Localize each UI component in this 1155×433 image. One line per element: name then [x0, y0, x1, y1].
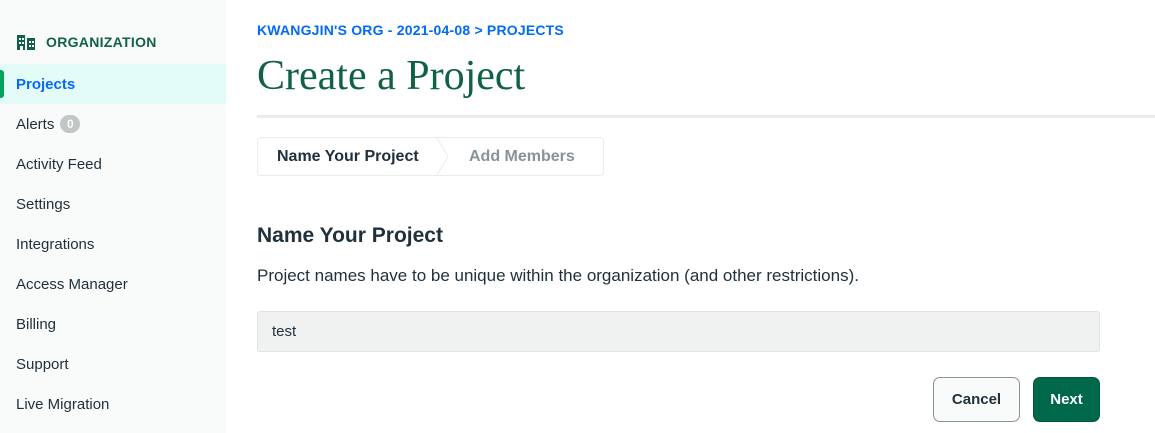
sidebar-item-label: Access Manager: [16, 275, 128, 293]
sidebar-item-label: Projects: [16, 75, 76, 93]
sidebar-item-live-migration[interactable]: Live Migration: [0, 384, 226, 424]
alerts-count-badge: 0: [60, 115, 81, 133]
project-name-input[interactable]: [257, 311, 1100, 352]
sidebar-item-label: Activity Feed: [16, 155, 102, 173]
page-title: Create a Project: [257, 53, 526, 99]
title-divider: [257, 115, 1155, 118]
sidebar: ORGANIZATION Projects Alerts 0 Activity …: [0, 0, 226, 433]
sidebar-item-support[interactable]: Support: [0, 344, 226, 384]
next-button[interactable]: Next: [1033, 377, 1100, 422]
breadcrumb[interactable]: KWANGJIN'S ORG - 2021-04-08 > PROJECTS: [257, 22, 564, 38]
step-name-your-project[interactable]: Name Your Project: [258, 138, 449, 175]
step-label: Add Members: [469, 147, 575, 165]
sidebar-item-label: Integrations: [16, 235, 95, 253]
main-content: KWANGJIN'S ORG - 2021-04-08 > PROJECTS C…: [257, 0, 1155, 433]
sidebar-item-settings[interactable]: Settings: [0, 184, 226, 224]
step-label: Name Your Project: [277, 147, 419, 165]
step-separator-chevron: [437, 138, 449, 175]
sidebar-item-label: Alerts: [16, 115, 55, 133]
sidebar-item-projects[interactable]: Projects: [0, 64, 226, 104]
section-title: Name Your Project: [257, 224, 443, 247]
sidebar-item-label: Settings: [16, 195, 71, 213]
sidebar-item-integrations[interactable]: Integrations: [0, 224, 226, 264]
sidebar-item-label: Live Migration: [16, 395, 110, 413]
sidebar-item-activity-feed[interactable]: Activity Feed: [0, 144, 226, 184]
section-description: Project names have to be unique within t…: [257, 266, 859, 285]
building-icon: [16, 32, 36, 52]
organization-header[interactable]: ORGANIZATION: [16, 32, 157, 52]
cancel-button[interactable]: Cancel: [933, 377, 1020, 422]
organization-label: ORGANIZATION: [46, 34, 157, 50]
sidebar-item-billing[interactable]: Billing: [0, 304, 226, 344]
sidebar-item-alerts[interactable]: Alerts 0: [0, 104, 226, 144]
wizard-stepper: Name Your Project Add Members: [257, 137, 604, 176]
sidebar-item-label: Billing: [16, 315, 57, 333]
sidebar-item-label: Support: [16, 355, 69, 373]
step-add-members[interactable]: Add Members: [448, 138, 575, 175]
sidebar-nav: Projects Alerts 0 Activity Feed Settings…: [0, 64, 226, 424]
sidebar-item-access-manager[interactable]: Access Manager: [0, 264, 226, 304]
